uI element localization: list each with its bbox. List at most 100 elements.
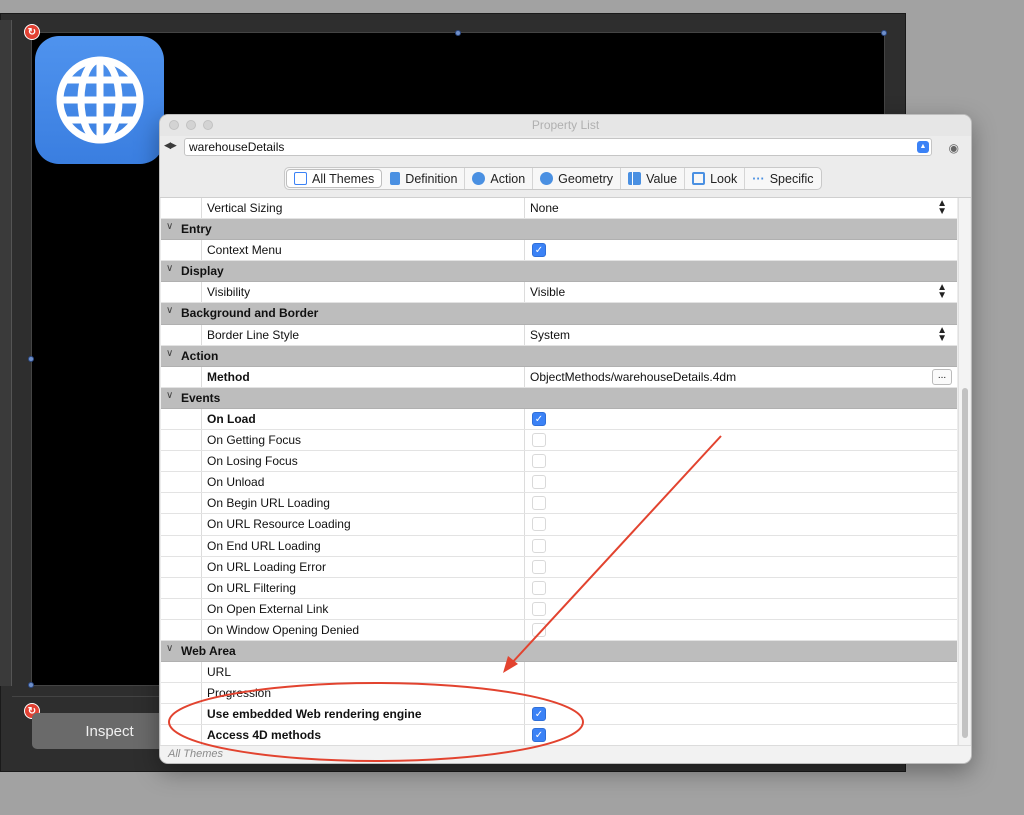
checkbox[interactable] xyxy=(532,622,546,637)
property-row[interactable]: Visibility Visible ▲ ▼ xyxy=(161,282,957,304)
tab-all-themes[interactable]: All Themes xyxy=(286,169,383,188)
window-title: Property List xyxy=(531,118,600,132)
checkbox[interactable] xyxy=(532,580,546,595)
tab-specific[interactable]: ··· Specific xyxy=(745,168,820,189)
checkbox[interactable] xyxy=(532,538,546,553)
property-name: On URL Filtering xyxy=(207,580,296,595)
property-name: On URL Resource Loading xyxy=(207,517,351,532)
tab-value[interactable]: Value xyxy=(621,168,686,189)
inspect-button-label: Inspect xyxy=(85,722,134,740)
group-header[interactable]: ∨ Events xyxy=(161,387,957,409)
group-header[interactable]: ∨ Web Area xyxy=(161,640,957,663)
property-name: On Getting Focus xyxy=(207,433,302,448)
resize-handle[interactable] xyxy=(881,30,887,36)
property-row[interactable]: On URL Filtering xyxy=(161,577,957,599)
property-row[interactable]: Vertical Sizing None ▲ ▼ xyxy=(161,198,957,220)
tab-geometry[interactable]: Geometry xyxy=(533,168,622,189)
group-header[interactable]: ∨ Display xyxy=(161,261,957,283)
chevron-updown-icon[interactable]: ▲ ▼ xyxy=(937,325,947,343)
checkbox[interactable] xyxy=(532,559,546,574)
checkbox-checked[interactable]: ✓ xyxy=(532,728,546,743)
property-row[interactable]: On Load ✓ xyxy=(161,408,957,431)
browse-button[interactable]: ... xyxy=(932,368,952,385)
tab-look[interactable]: Look xyxy=(685,168,746,189)
checkbox[interactable] xyxy=(532,433,546,448)
resize-handle[interactable] xyxy=(455,30,461,36)
property-name: On Open External Link xyxy=(207,601,329,616)
property-name: Visibility xyxy=(207,285,251,300)
minimize-window-button[interactable] xyxy=(186,120,196,130)
property-row[interactable]: Method ObjectMethods/warehouseDetails.4d… xyxy=(161,366,957,388)
close-window-button[interactable] xyxy=(169,120,179,130)
property-row[interactable]: On Open External Link xyxy=(161,598,957,620)
dots-icon: ··· xyxy=(752,171,765,186)
checkbox[interactable] xyxy=(532,517,546,532)
link-badge-icon: ↻ xyxy=(24,24,40,40)
checkbox[interactable] xyxy=(532,601,546,616)
checkbox-checked[interactable]: ✓ xyxy=(532,243,546,258)
property-name: On Losing Focus xyxy=(207,454,298,469)
property-row[interactable]: Use embedded Web rendering engine ✓ xyxy=(161,704,957,726)
chevron-down-icon: ∨ xyxy=(166,263,174,275)
chevron-updown-icon[interactable]: ▲ ▼ xyxy=(937,199,947,217)
chevron-updown-icon[interactable]: ▲ ▼ xyxy=(937,283,947,301)
property-name: URL xyxy=(207,665,232,680)
group-header[interactable]: ∨ Background and Border xyxy=(161,303,957,325)
globe-icon xyxy=(35,36,164,164)
checkbox-checked[interactable]: ✓ xyxy=(532,707,546,722)
group-title: Background and Border xyxy=(181,306,319,321)
geometry-icon xyxy=(540,172,554,185)
group-header[interactable]: ∨ Action xyxy=(161,345,957,367)
property-row[interactable]: URL xyxy=(161,662,957,684)
vertical-scrollbar[interactable] xyxy=(958,198,970,745)
property-name: Context Menu xyxy=(207,243,282,258)
chevron-down-icon: ∨ xyxy=(166,347,174,359)
footer-theme-label: All Themes xyxy=(160,745,971,763)
property-value: Visible xyxy=(530,285,566,300)
property-value: None xyxy=(530,201,559,215)
group-title: Entry xyxy=(181,222,212,237)
chevron-down-icon: ∨ xyxy=(166,642,174,654)
checkbox[interactable] xyxy=(532,454,546,469)
property-row[interactable]: On End URL Loading xyxy=(161,535,957,557)
checkbox[interactable] xyxy=(532,475,546,490)
chevron-down-icon: ∨ xyxy=(166,389,174,401)
property-row[interactable]: On Window Opening Denied xyxy=(161,619,957,641)
tab-label: Value xyxy=(646,171,678,186)
chevron-updown-icon[interactable]: ▲ xyxy=(917,141,929,153)
scrollbar-thumb[interactable] xyxy=(962,388,968,738)
property-row[interactable]: On Begin URL Loading xyxy=(161,493,957,515)
property-list-window: Property List ◀▶ warehouseDetails ▲ ◉ Al… xyxy=(159,114,972,764)
property-name: Access 4D methods xyxy=(207,728,322,743)
tab-label: Specific xyxy=(769,171,814,186)
chart-icon xyxy=(628,172,642,185)
zoom-window-button[interactable] xyxy=(203,120,213,130)
tab-action[interactable]: Action xyxy=(465,168,534,189)
property-name: On Unload xyxy=(207,475,265,490)
property-row[interactable]: Border Line Style System ▲ ▼ xyxy=(161,324,957,346)
checkbox-checked[interactable]: ✓ xyxy=(532,411,546,426)
property-row[interactable]: Access 4D methods ✓ xyxy=(161,725,957,745)
property-name: On Load xyxy=(207,411,256,426)
property-row[interactable]: On Unload xyxy=(161,472,957,494)
group-header[interactable]: ∨ Entry xyxy=(161,219,957,241)
property-row[interactable]: On URL Loading Error xyxy=(161,556,957,578)
resize-handle[interactable] xyxy=(28,356,34,362)
property-row[interactable]: Progression xyxy=(161,683,957,705)
object-selector[interactable]: warehouseDetails ▲ xyxy=(184,138,932,156)
divider xyxy=(12,696,162,697)
tab-label: All Themes xyxy=(312,171,375,186)
resize-handle[interactable] xyxy=(28,682,34,688)
checkbox[interactable] xyxy=(532,496,546,511)
group-title: Action xyxy=(181,348,219,363)
chevron-down-icon: ∨ xyxy=(166,305,174,317)
nav-arrows-icon[interactable]: ◀▶ xyxy=(164,140,177,151)
tab-definition[interactable]: Definition xyxy=(383,168,466,189)
property-row[interactable]: On URL Resource Loading xyxy=(161,514,957,536)
property-row[interactable]: Context Menu ✓ xyxy=(161,240,957,262)
window-titlebar[interactable]: Property List xyxy=(160,115,971,136)
tab-label: Look xyxy=(710,171,738,186)
eye-icon[interactable]: ◉ xyxy=(949,141,959,155)
property-row[interactable]: On Losing Focus xyxy=(161,451,957,473)
property-row[interactable]: On Getting Focus xyxy=(161,430,957,452)
